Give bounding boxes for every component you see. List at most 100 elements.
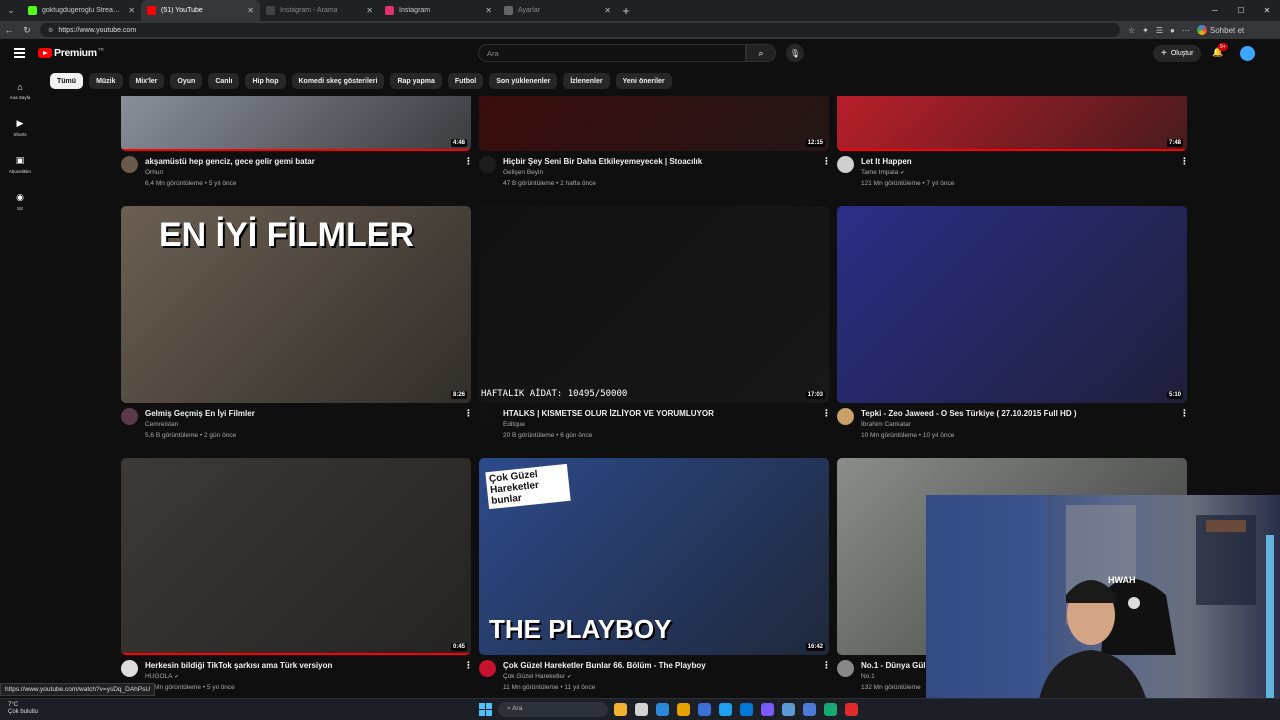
filter-chip[interactable]: Yeni öneriler <box>615 73 672 89</box>
video-title[interactable]: No.1 - Dünya Gül E <box>861 661 933 670</box>
more-actions-icon[interactable]: ⋮ <box>464 408 473 419</box>
bookmark-icon[interactable]: ☆ <box>1128 26 1135 35</box>
video-thumbnail[interactable]: 12:15 <box>479 96 829 151</box>
start-button[interactable] <box>479 703 492 716</box>
more-actions-icon[interactable]: ⋮ <box>1180 156 1189 167</box>
taskbar-app-icon[interactable] <box>761 703 774 716</box>
video-thumbnail[interactable]: HAFTALIK AİDAT: 10495/50000 17:03 <box>479 206 829 403</box>
filter-chip[interactable]: Canlı <box>208 73 240 89</box>
video-thumbnail[interactable]: 0:45 <box>121 458 471 655</box>
taskbar-app-icon[interactable] <box>698 703 711 716</box>
search-button[interactable]: ⌕ <box>746 44 776 62</box>
filter-chip[interactable]: Oyun <box>170 73 203 89</box>
notifications-button[interactable]: 🔔 9+ <box>1212 43 1228 58</box>
taskbar-app-icon[interactable] <box>656 703 669 716</box>
favorites-icon[interactable]: ☰ <box>1156 26 1163 35</box>
filter-chip[interactable]: Hip hop <box>245 73 286 89</box>
maximize-icon[interactable]: ☐ <box>1228 0 1254 21</box>
filter-chip[interactable]: Müzik <box>89 73 123 89</box>
chat-button[interactable]: Sohbet et <box>1196 25 1244 35</box>
channel-avatar[interactable] <box>837 156 854 173</box>
taskbar-app-icon[interactable] <box>635 703 648 716</box>
filter-chip[interactable]: Son yüklenenler <box>489 73 558 89</box>
taskbar-app-icon[interactable] <box>824 703 837 716</box>
taskbar-app-icon[interactable] <box>803 703 816 716</box>
taskbar-search[interactable]: ⌕ Ara <box>498 702 608 717</box>
taskbar-app-icon[interactable] <box>677 703 690 716</box>
channel-avatar[interactable] <box>121 156 138 173</box>
taskbar-app-icon[interactable] <box>614 703 627 716</box>
close-window-icon[interactable]: ✕ <box>1254 0 1280 21</box>
channel-avatar[interactable] <box>837 660 854 677</box>
tab-close-icon[interactable]: ✕ <box>485 6 492 15</box>
tab-close-icon[interactable]: ✕ <box>366 6 373 15</box>
video-title[interactable]: HTALKS | KISMETSE OLUR İZLİYOR VE YORUML… <box>503 409 714 418</box>
video-title[interactable]: Tepki - Zeo Jaweed - O Ses Türkiye ( 27.… <box>861 409 1076 418</box>
filter-chip[interactable]: Futbol <box>447 73 484 89</box>
channel-name[interactable]: Tame Impala ✔ <box>861 169 904 176</box>
video-thumbnail[interactable]: EN İYİ FİLMLER 8:26 <box>121 206 471 403</box>
video-title[interactable]: akşamüstü hep genciz, gece gelir gemi ba… <box>145 157 315 166</box>
browser-tab[interactable]: Ayarlar ✕ <box>498 0 617 21</box>
channel-name[interactable]: HUGOLA ✔ <box>145 673 179 680</box>
channel-name[interactable]: Editque <box>503 421 525 428</box>
video-title[interactable]: Gelmiş Geçmiş En İyi Filmler <box>145 409 255 418</box>
search-input[interactable]: Ara <box>478 44 746 62</box>
more-actions-icon[interactable]: ⋮ <box>822 660 831 671</box>
more-actions-icon[interactable]: ⋮ <box>822 408 831 419</box>
profile-icon[interactable]: ● <box>1170 26 1175 35</box>
hamburger-menu-icon[interactable] <box>14 48 25 58</box>
more-actions-icon[interactable]: ⋮ <box>822 156 831 167</box>
site-info-icon[interactable]: ⚙ <box>48 27 53 34</box>
channel-avatar[interactable] <box>837 408 854 425</box>
guide-item-subscriptions[interactable]: ▣ Abonelikler <box>0 146 40 183</box>
browser-tab[interactable]: goktugdugeroglu Stream - Watch ✕ <box>22 0 141 21</box>
tab-close-icon[interactable]: ✕ <box>604 6 611 15</box>
video-thumbnail[interactable]: 4:48 <box>121 96 471 151</box>
channel-name[interactable]: Cemreistan <box>145 421 178 428</box>
tab-search-icon[interactable]: ⌄ <box>0 0 22 21</box>
video-title[interactable]: Çok Güzel Hareketler Bunlar 66. Bölüm - … <box>503 661 706 670</box>
more-actions-icon[interactable]: ⋮ <box>464 660 473 671</box>
channel-name[interactable]: Orhun <box>145 169 163 176</box>
channel-avatar[interactable] <box>121 660 138 677</box>
taskbar-app-icon[interactable] <box>719 703 732 716</box>
weather-widget[interactable]: 7°C Çok bulutlu <box>8 702 38 716</box>
menu-icon[interactable]: ⋯ <box>1182 26 1190 35</box>
create-button[interactable]: + Oluştur <box>1153 45 1202 62</box>
tab-close-icon[interactable]: ✕ <box>247 6 254 15</box>
account-avatar[interactable] <box>1240 46 1255 61</box>
channel-name[interactable]: İbrahim Cankatar <box>861 421 911 428</box>
video-thumbnail[interactable]: 7:48 <box>837 96 1187 151</box>
extensions-icon[interactable]: ✦ <box>1142 26 1149 35</box>
video-thumbnail[interactable]: THE PLAYBOY Çok Güzel Hareketler bunlar 16… <box>479 458 829 655</box>
more-actions-icon[interactable]: ⋮ <box>1180 408 1189 419</box>
guide-item-shorts[interactable]: ▶ Shorts <box>0 109 40 146</box>
back-icon[interactable]: ← <box>0 25 18 35</box>
filter-chip[interactable]: Rap yapma <box>390 73 442 89</box>
guide-item-home[interactable]: ⌂ Ana Sayfa <box>0 72 40 109</box>
more-actions-icon[interactable]: ⋮ <box>464 156 473 167</box>
url-field[interactable]: ⚙ https://www.youtube.com <box>40 23 1120 37</box>
filter-chip[interactable]: Tümü <box>50 73 84 89</box>
new-tab-button[interactable]: + <box>617 4 635 18</box>
guide-item-you[interactable]: ◉ Siz <box>0 183 40 220</box>
filter-chip[interactable]: Komedi skeç gösterileri <box>291 73 385 89</box>
taskbar-app-icon[interactable] <box>740 703 753 716</box>
filter-chip[interactable]: İzlenenler <box>563 73 610 89</box>
youtube-logo[interactable]: Premium TR <box>38 47 104 59</box>
voice-search-button[interactable]: 🎙 <box>786 44 804 62</box>
video-title[interactable]: Herkesin bildiği TikTok şarkısı ama Türk… <box>145 661 332 670</box>
browser-tab[interactable]: Instagram ✕ <box>379 0 498 21</box>
channel-avatar[interactable] <box>479 408 496 425</box>
channel-name[interactable]: No.1 <box>861 673 875 680</box>
video-thumbnail[interactable]: 5:10 <box>837 206 1187 403</box>
channel-avatar[interactable] <box>479 660 496 677</box>
video-title[interactable]: Let It Happen <box>861 157 912 166</box>
channel-avatar[interactable] <box>121 408 138 425</box>
minimize-icon[interactable]: ─ <box>1202 0 1228 21</box>
reload-icon[interactable]: ↻ <box>18 25 36 36</box>
channel-name[interactable]: Çok Güzel Hareketler ✔ <box>503 673 571 680</box>
channel-name[interactable]: Gelişen Beyin <box>503 169 543 176</box>
taskbar-app-icon[interactable] <box>782 703 795 716</box>
